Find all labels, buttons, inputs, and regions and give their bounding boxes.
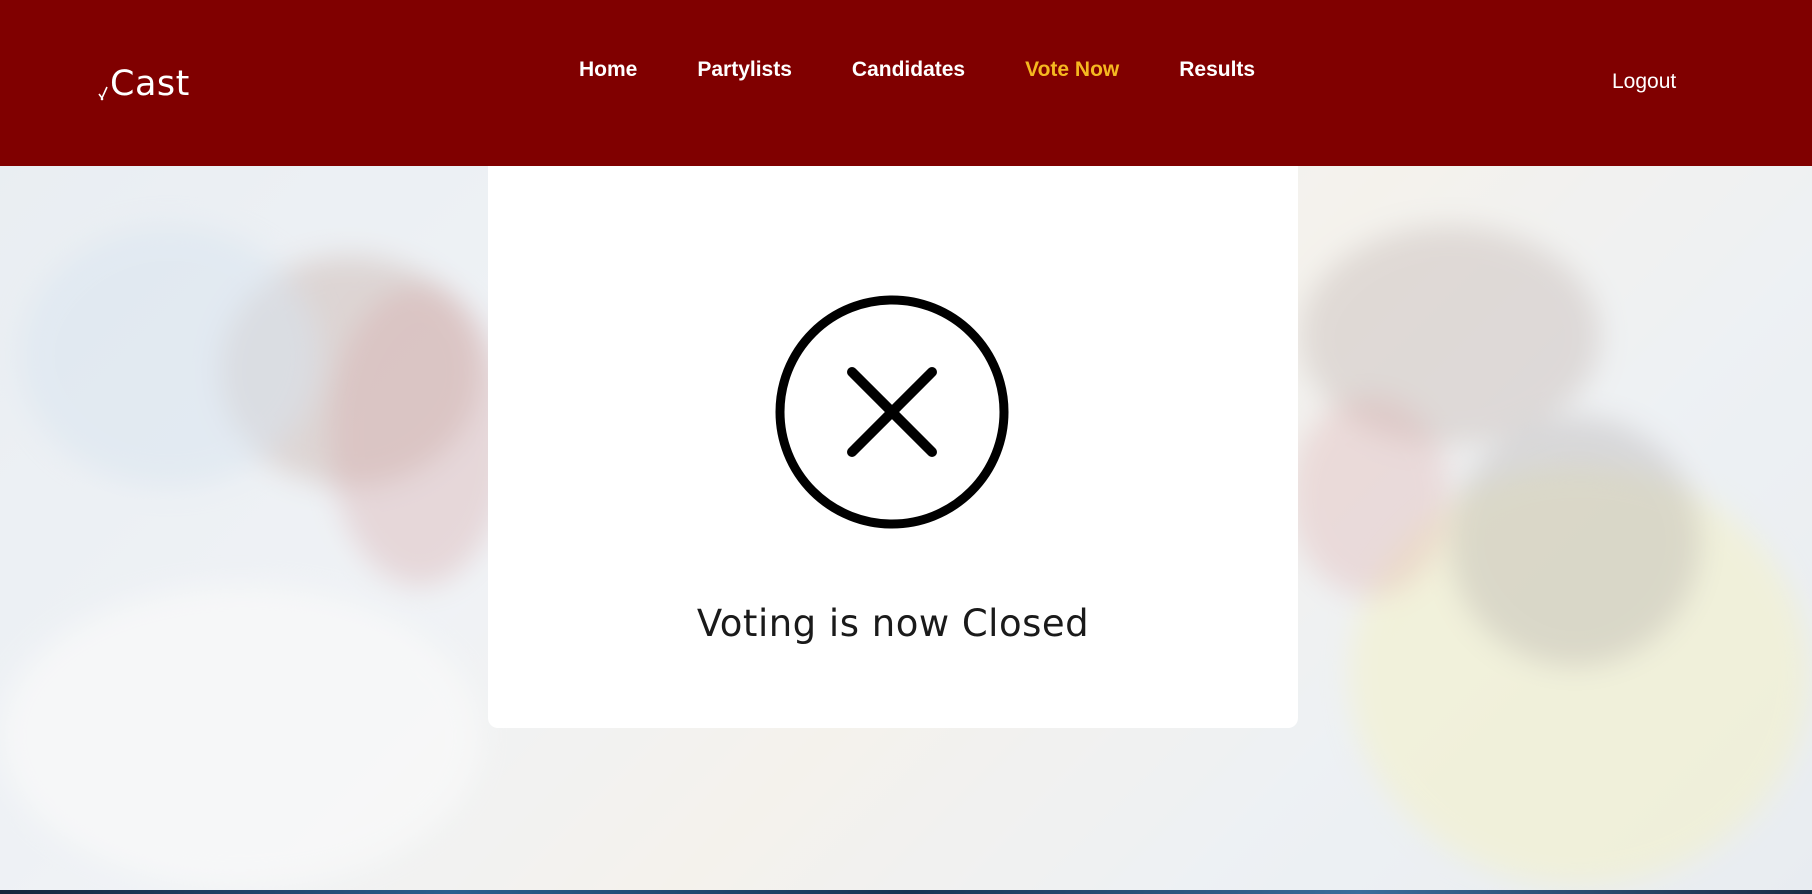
- voting-status-message: Voting is now Closed: [696, 602, 1090, 645]
- nav-home[interactable]: Home: [579, 58, 637, 82]
- voting-status-card: Voting is now Closed: [488, 166, 1298, 728]
- brand-logo[interactable]: Cast: [98, 64, 190, 104]
- ballot-check-icon: [98, 86, 108, 101]
- main-nav: Home Partylists Candidates Vote Now Resu…: [579, 58, 1315, 82]
- brand-logo-text: Cast: [110, 64, 190, 104]
- logout-link[interactable]: Logout: [1612, 70, 1676, 94]
- top-navbar: Cast Home Partylists Candidates Vote Now…: [0, 0, 1812, 166]
- nav-partylists[interactable]: Partylists: [697, 58, 792, 82]
- close-circle-icon: [775, 295, 1009, 529]
- nav-vote-now[interactable]: Vote Now: [1025, 58, 1119, 82]
- bottom-strip: [0, 890, 1812, 894]
- nav-candidates[interactable]: Candidates: [852, 58, 965, 82]
- nav-results[interactable]: Results: [1179, 58, 1255, 82]
